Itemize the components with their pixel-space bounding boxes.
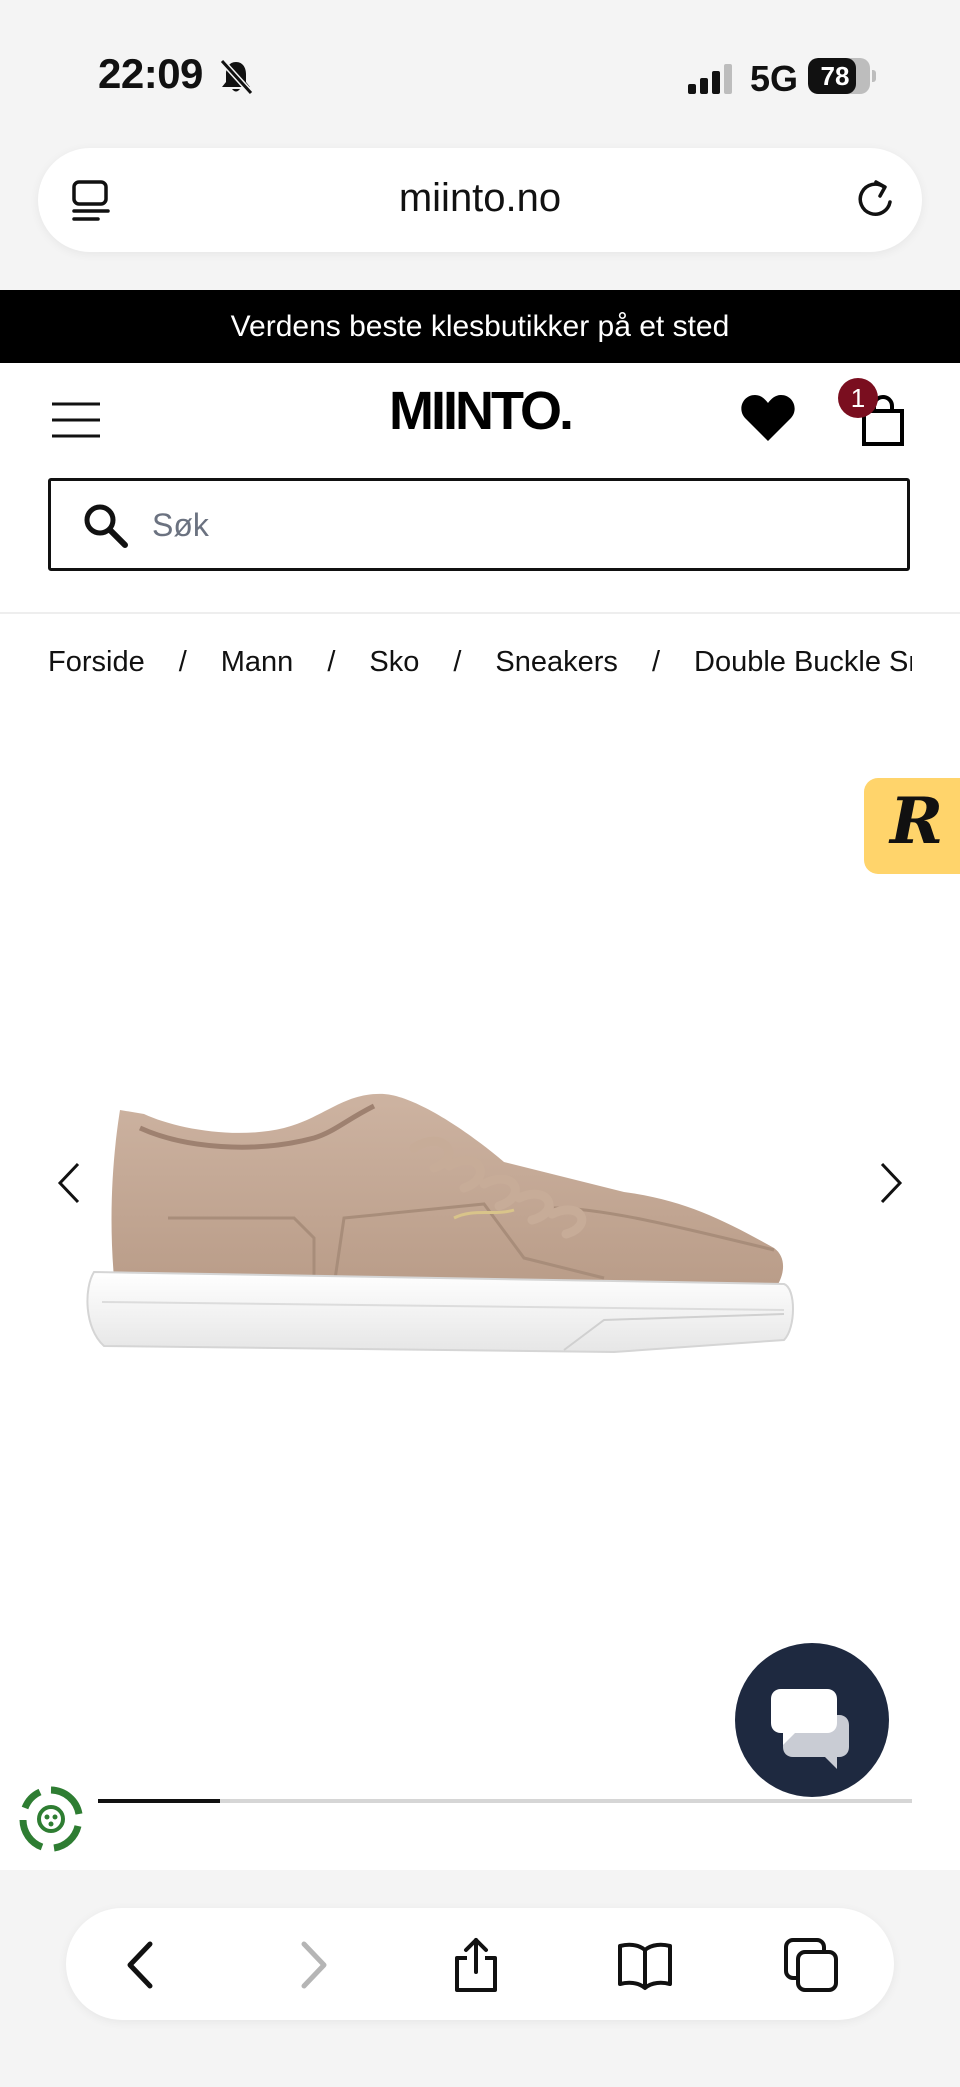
tabs-icon[interactable]	[782, 1936, 840, 1994]
battery-body: 78	[808, 58, 870, 94]
heart-icon[interactable]	[740, 393, 796, 443]
breadcrumb-item-sneakers[interactable]: Sneakers	[495, 646, 618, 679]
promo-banner: Verdens beste klesbutikker på et sted	[0, 290, 960, 363]
battery-level: 78	[820, 61, 850, 91]
network-type: 5G	[750, 58, 799, 99]
forward-icon	[301, 1941, 327, 1989]
breadcrumb-item-mann[interactable]: Mann	[221, 646, 294, 679]
breadcrumb-separator: /	[327, 646, 336, 678]
breadcrumb-item-current: Double Buckle Sneakers	[694, 646, 912, 678]
breadcrumb-item-sko[interactable]: Sko	[369, 646, 419, 679]
gallery-progress-fill	[98, 1799, 221, 1803]
reload-icon[interactable]	[854, 176, 898, 222]
gallery-progress-track[interactable]	[98, 1799, 912, 1803]
chat-button[interactable]	[735, 1643, 889, 1797]
signal-icon	[688, 64, 732, 94]
chat-icon	[771, 1689, 849, 1769]
product-image[interactable]	[84, 1088, 874, 1408]
chevron-right-icon[interactable]	[876, 1160, 906, 1206]
breadcrumb-separator: /	[651, 646, 660, 678]
cart-count-badge: 1	[838, 378, 878, 418]
page: 22:09 5G 78 miinto.no Verdens beste kles…	[0, 0, 960, 2087]
battery-icon: 78	[808, 58, 876, 96]
bell-slash-icon	[219, 58, 254, 96]
url-text[interactable]: miinto.no	[0, 176, 960, 221]
eco-icon[interactable]	[16, 1784, 86, 1854]
share-icon[interactable]	[447, 1936, 505, 1994]
review-logo: R	[890, 784, 944, 859]
bookmarks-icon[interactable]	[616, 1936, 674, 1994]
breadcrumb-separator: /	[178, 646, 187, 678]
breadcrumb-item-forside[interactable]: Forside	[48, 646, 145, 679]
header-divider	[0, 612, 960, 614]
battery-cap	[872, 70, 876, 82]
breadcrumb-separator: /	[453, 646, 462, 678]
chevron-left-icon[interactable]	[54, 1160, 84, 1206]
search-input[interactable]	[150, 496, 854, 554]
search-icon	[84, 504, 128, 548]
back-icon[interactable]	[112, 1936, 170, 1994]
breadcrumb: Forside / Mann / Sko / Sneakers / Double Buckle …	[48, 646, 912, 690]
review-widget[interactable]: R	[864, 778, 960, 874]
site-logo[interactable]: MIINTO.	[0, 380, 960, 442]
status-time: 22:09	[98, 50, 203, 97]
